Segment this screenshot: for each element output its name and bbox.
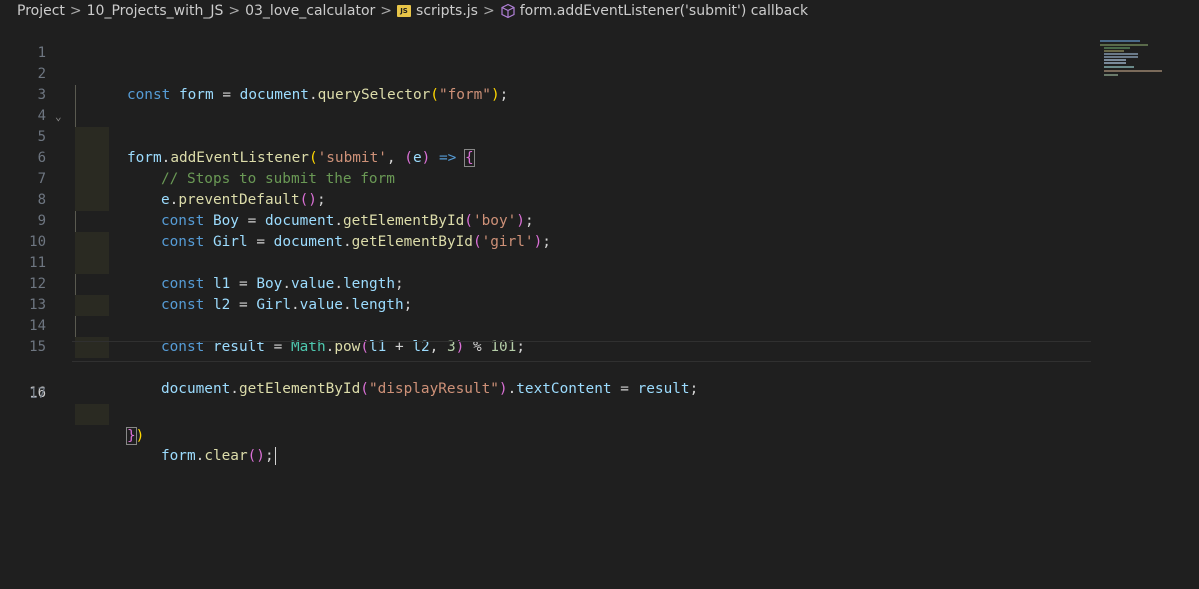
breadcrumb-separator: > xyxy=(482,3,495,19)
breadcrumb-separator: > xyxy=(69,3,82,19)
cube-icon xyxy=(501,3,515,19)
code-line-5[interactable]: 5 e.preventDefault(); xyxy=(0,106,1199,208)
breadcrumb-folder-love-calculator[interactable]: 03_love_calculator xyxy=(245,3,375,19)
token-dot: . xyxy=(195,448,205,464)
minimap-line xyxy=(1104,56,1138,58)
token-function: clear xyxy=(204,448,248,464)
code-line-7[interactable]: 7 const Girl = document.getElementById('… xyxy=(0,148,1199,250)
code-editor[interactable]: 1 const form = document.querySelector("f… xyxy=(0,22,1199,589)
minimap-line xyxy=(1104,53,1138,55)
minimap[interactable] xyxy=(1092,40,1172,80)
code-line-12[interactable]: 12 const result = Math.pow(l1 + l2, 3) %… xyxy=(0,253,1199,355)
breadcrumb-file-label: scripts.js xyxy=(416,3,478,19)
breadcrumb-file[interactable]: JS scripts.js xyxy=(397,3,478,19)
code-line-4[interactable]: 4 // Stops to submit the form xyxy=(0,85,1199,187)
minimap-line xyxy=(1104,47,1130,49)
code-line-11[interactable]: 11 xyxy=(0,232,1199,271)
breadcrumb-symbol[interactable]: form.addEventListener('submit') callback xyxy=(500,3,808,19)
current-line-highlight xyxy=(72,341,1091,362)
minimap-line xyxy=(1104,50,1124,52)
line-number: 17 xyxy=(29,386,46,402)
breadcrumb-separator: > xyxy=(228,3,241,19)
minimap-line xyxy=(1104,59,1126,61)
minimap-line xyxy=(1104,62,1126,64)
token-object: form xyxy=(160,448,196,464)
code-line-8[interactable]: 8 xyxy=(0,169,1199,208)
token-paren: ) xyxy=(135,428,145,444)
minimap-line xyxy=(1100,44,1148,46)
js-file-icon: JS xyxy=(397,5,412,17)
code-line-15[interactable]: 15 xyxy=(0,316,1199,355)
minimap-line xyxy=(1104,70,1162,72)
code-line-16[interactable]: 16 form.clear(); xyxy=(0,341,1199,465)
code-line-6[interactable]: 6 const Boy = document.getElementById('b… xyxy=(0,127,1199,229)
code-line-9[interactable]: 9 const l1 = Boy.value.length; xyxy=(0,190,1199,292)
token-brace: } xyxy=(126,427,137,445)
code-line-1[interactable]: 1 const form = document.querySelector("f… xyxy=(0,22,1199,103)
minimap-line xyxy=(1104,66,1134,68)
breadcrumb: Project > 10_Projects_with_JS > 03_love_… xyxy=(0,0,1199,22)
token-semicolon: ; xyxy=(264,448,274,464)
breadcrumb-folder-projects[interactable]: 10_Projects_with_JS xyxy=(87,3,224,19)
code-line-2[interactable]: 2 xyxy=(0,43,1199,82)
text-cursor xyxy=(274,447,276,465)
breadcrumb-separator: > xyxy=(380,3,393,19)
minimap-line xyxy=(1104,74,1118,76)
code-line-14[interactable]: 14 document.getElementById("displayResul… xyxy=(0,295,1199,397)
minimap-line xyxy=(1100,40,1140,42)
breadcrumb-symbol-label: form.addEventListener('submit') callback xyxy=(519,3,809,19)
code-line-3[interactable]: 3 ⌄ form.addEventListener('submit', (e) … xyxy=(0,64,1199,167)
token-paren: () xyxy=(247,448,265,464)
code-line-10[interactable]: 10 const l2 = Girl.value.length; xyxy=(0,211,1199,313)
code-line-13[interactable]: 13 xyxy=(0,274,1199,313)
code-line-17[interactable]: 17 }) xyxy=(0,363,1199,445)
breadcrumb-project[interactable]: Project xyxy=(17,3,65,19)
